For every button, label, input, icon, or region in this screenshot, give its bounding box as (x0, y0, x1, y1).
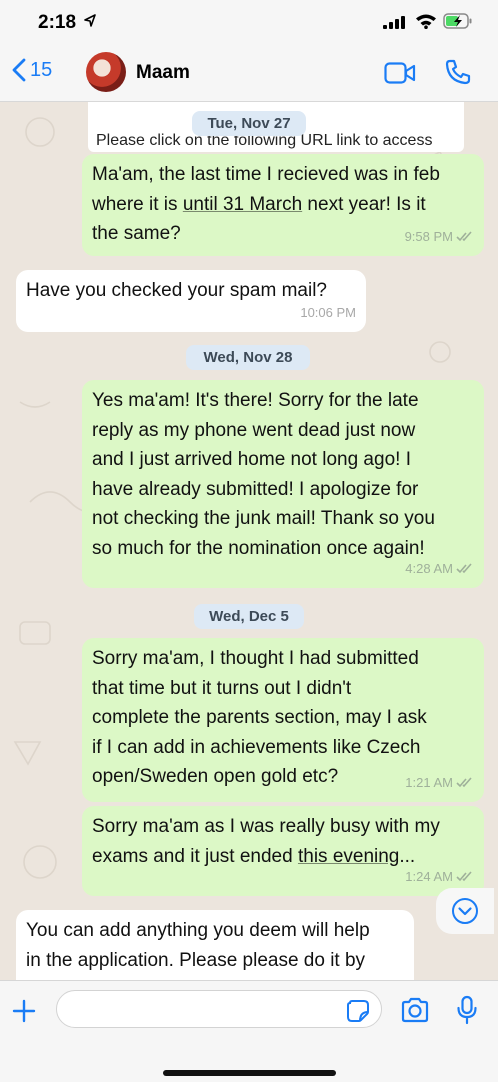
message-input[interactable] (56, 990, 382, 1028)
double-check-icon (456, 777, 472, 787)
message-bubble-incoming[interactable]: Have you checked your spam mail? 10:06 P… (16, 270, 366, 332)
message-line: not checking the junk mail! Thank so you (92, 508, 435, 529)
chat-header: 15 Maam (0, 46, 498, 102)
message-time: 1:24 AM (405, 868, 453, 884)
chevron-left-icon (12, 58, 26, 82)
time-link[interactable]: this evening (298, 846, 399, 867)
message-line: Sorry ma'am, I thought I had submitted (92, 648, 419, 669)
message-time: 1:21 AM (405, 774, 453, 790)
date-link[interactable]: until 31 March (183, 194, 302, 215)
back-button[interactable]: 15 (12, 58, 52, 82)
message-line: complete the parents section, may I ask (92, 707, 427, 728)
camera-icon[interactable] (400, 997, 430, 1023)
double-check-icon (456, 871, 472, 881)
chevron-down-icon (452, 898, 478, 924)
unread-count: 15 (30, 58, 53, 81)
message-composer (0, 980, 498, 1082)
message-list[interactable]: Please click on the following URL link t… (0, 102, 498, 980)
date-chip: Wed, Dec 5 (194, 604, 304, 629)
status-time: 2:18 (38, 12, 77, 33)
message-text-segment: next year! Is it (302, 193, 426, 215)
message-bubble-outgoing[interactable]: Sorry ma'am as I was really busy with my… (82, 806, 484, 896)
message-line: Ma'am, the last time I recieved was in f… (92, 164, 440, 185)
plus-icon[interactable] (12, 999, 36, 1023)
message-meta: 1:21 AM (405, 768, 474, 798)
message-line: have already submitted! I apologize for (92, 478, 419, 500)
contact-avatar[interactable] (86, 52, 126, 92)
sticker-icon[interactable] (346, 999, 370, 1023)
message-meta: 9:58 PM (405, 222, 474, 252)
message-meta: 4:28 AM (405, 554, 474, 584)
message-time: 4:28 AM (405, 560, 453, 576)
signal-icon (383, 16, 405, 29)
contact-name[interactable]: Maam (136, 62, 190, 84)
message-bubble-incoming[interactable]: You can add anything you deem will help … (16, 910, 414, 980)
date-chip: Wed, Nov 28 (186, 345, 310, 370)
message-line: Sorry ma'am as I was really busy with my (92, 816, 440, 837)
message-bubble-outgoing[interactable]: Ma'am, the last time I recieved was in f… (82, 154, 484, 256)
message-line: in the application. Please please do it … (26, 949, 366, 971)
microphone-icon[interactable] (456, 995, 478, 1025)
date-chip: Tue, Nov 27 (192, 111, 306, 136)
location-arrow-icon (84, 14, 96, 27)
home-indicator (163, 1070, 336, 1076)
message-line: that time but it turns out I didn't (92, 677, 352, 699)
message-line: reply as my phone went dead just now (92, 419, 416, 441)
message-text-segment: where it is (92, 193, 183, 215)
scroll-to-bottom-button[interactable] (436, 888, 494, 934)
message-meta: 10:06 PM (300, 298, 356, 328)
message-line: You can add anything you deem will help (26, 920, 370, 941)
message-bubble-outgoing[interactable]: Yes ma'am! It's there! Sorry for the lat… (82, 380, 484, 588)
double-check-icon (456, 563, 472, 573)
phone-icon[interactable] (444, 58, 472, 86)
message-text-segment: exams and it just ended (92, 845, 298, 867)
status-bar: 2:18 (0, 0, 498, 46)
message-meta: 1:24 AM (405, 862, 474, 892)
message-line: Yes ma'am! It's there! Sorry for the lat… (92, 390, 419, 411)
message-bubble-outgoing[interactable]: Sorry ma'am, I thought I had submitted t… (82, 638, 484, 802)
battery-icon (443, 13, 472, 29)
message-line: if I can add in achievements like Czech (92, 736, 421, 758)
video-call-icon[interactable] (384, 62, 416, 84)
message-line: where it is until 31 March next year! Is… (92, 190, 474, 220)
message-time: 10:06 PM (300, 304, 356, 320)
wifi-icon (416, 14, 436, 29)
message-time: 9:58 PM (404, 228, 453, 244)
double-check-icon (456, 231, 472, 241)
message-line: and I just arrived home not long ago! I (92, 449, 411, 470)
